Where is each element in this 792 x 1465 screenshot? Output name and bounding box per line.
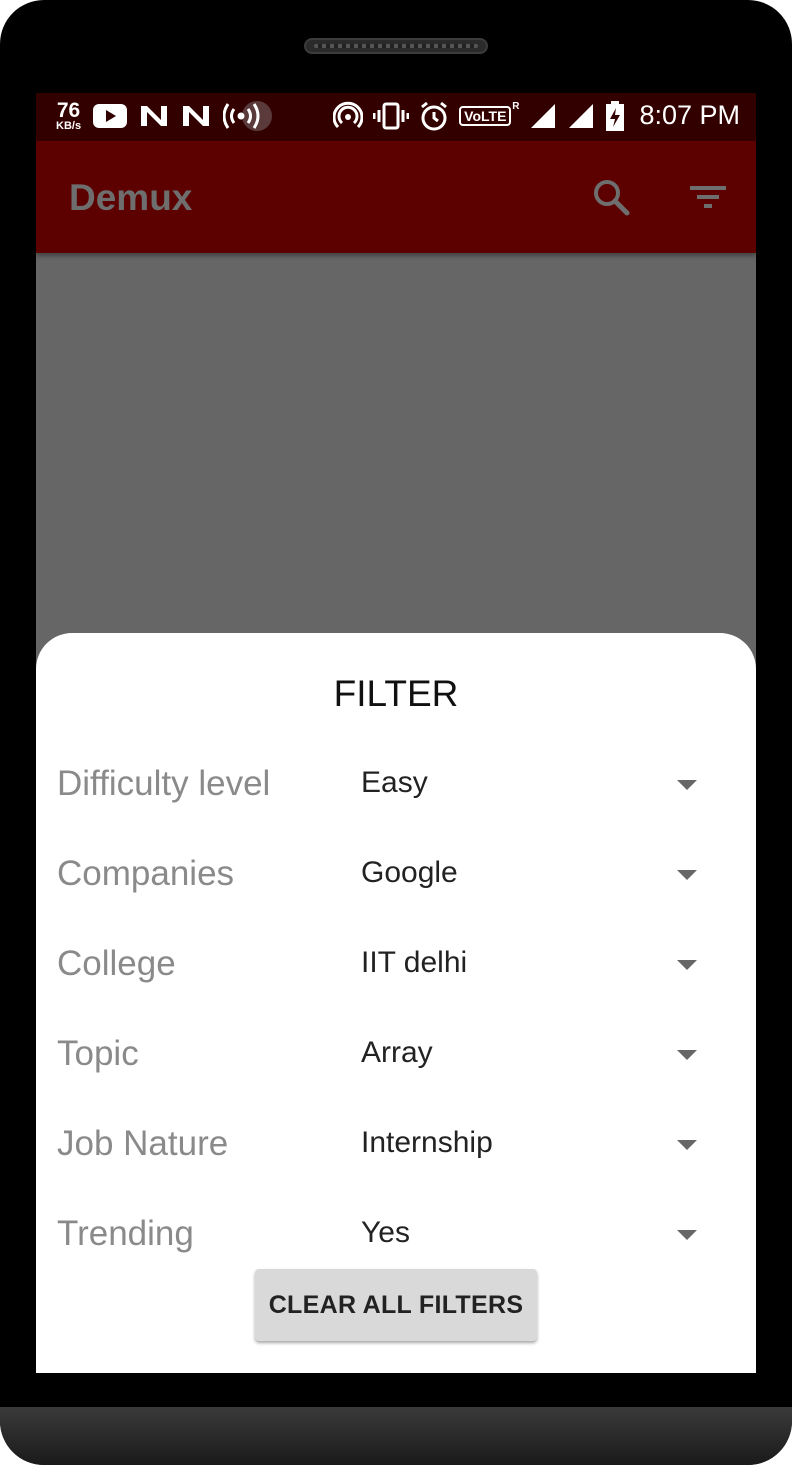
filter-row-difficulty[interactable]: Difficulty level Easy <box>36 754 756 814</box>
filter-icon[interactable] <box>688 177 728 217</box>
app-bar: Demux <box>36 141 756 253</box>
filter-label: Topic <box>57 1034 139 1073</box>
status-time: 8:07 PM <box>639 100 740 130</box>
filter-label: Difficulty level <box>57 764 271 803</box>
filter-dropdown-value[interactable]: Internship <box>361 1126 493 1160</box>
status-left: 76 KB/s <box>56 99 285 133</box>
dropdown-arrow-icon[interactable] <box>677 1050 697 1060</box>
vibrate-icon <box>373 101 410 131</box>
volte-icon: VoLTE R <box>459 101 519 126</box>
screen: 76 KB/s VoLTE R 8:07 PM Demux FILTER Dif… <box>36 93 756 1373</box>
battery-charging-icon <box>605 100 625 131</box>
dropdown-arrow-icon[interactable] <box>677 1140 697 1150</box>
phone-bottom-bezel <box>0 1407 792 1465</box>
filter-label: Companies <box>57 854 235 893</box>
filter-bottom-sheet: FILTER Difficulty level Easy Companies G… <box>36 633 756 1373</box>
youtube-icon <box>93 104 128 128</box>
dropdown-arrow-icon[interactable] <box>677 960 697 970</box>
filter-label: Job Nature <box>57 1124 229 1163</box>
dropdown-arrow-icon[interactable] <box>677 780 697 790</box>
volte-label: VoLTE <box>464 107 507 124</box>
sheet-title: FILTER <box>333 673 459 714</box>
filter-dropdown-value[interactable]: Google <box>361 856 458 890</box>
filter-dropdown-value[interactable]: Yes <box>361 1216 410 1250</box>
filter-row-job-nature[interactable]: Job Nature Internship <box>36 1114 756 1174</box>
clear-all-filters-button[interactable]: CLEAR ALL FILTERS <box>255 1269 537 1341</box>
filter-row-college[interactable]: College IIT delhi <box>36 934 756 994</box>
filter-row-trending[interactable]: Trending Yes <box>36 1204 756 1264</box>
n-app-icon <box>181 104 211 128</box>
status-bar: 76 KB/s VoLTE R 8:07 PM <box>36 93 756 141</box>
filter-row-topic[interactable]: Topic Array <box>36 1024 756 1084</box>
status-right: VoLTE R 8:07 PM <box>333 100 740 131</box>
network-speed-value: 76 <box>56 99 81 122</box>
hotspot-broadcast-icon <box>223 99 273 133</box>
alarm-icon <box>419 101 449 131</box>
app-title: Demux <box>69 177 193 218</box>
filter-label: College <box>57 944 176 983</box>
dropdown-arrow-icon[interactable] <box>677 870 697 880</box>
search-icon[interactable] <box>591 177 631 217</box>
network-speed-unit: KB/s <box>56 120 82 132</box>
phone-speaker <box>304 38 488 54</box>
filter-dropdown-value[interactable]: Easy <box>361 766 428 800</box>
dropdown-arrow-icon[interactable] <box>677 1230 697 1240</box>
signal-icon <box>529 102 557 130</box>
roaming-label: R <box>512 100 520 112</box>
signal-icon <box>567 102 595 130</box>
filter-dropdown-value[interactable]: Array <box>361 1036 433 1070</box>
filter-row-companies[interactable]: Companies Google <box>36 844 756 904</box>
filter-dropdown-value[interactable]: IIT delhi <box>361 946 467 980</box>
filter-label: Trending <box>57 1214 194 1253</box>
phone-frame: 76 KB/s VoLTE R 8:07 PM Demux FILTER Dif… <box>0 0 792 1465</box>
n-app-icon <box>139 104 169 128</box>
wireless-icon <box>333 101 364 131</box>
network-speed: 76 KB/s <box>56 100 81 132</box>
